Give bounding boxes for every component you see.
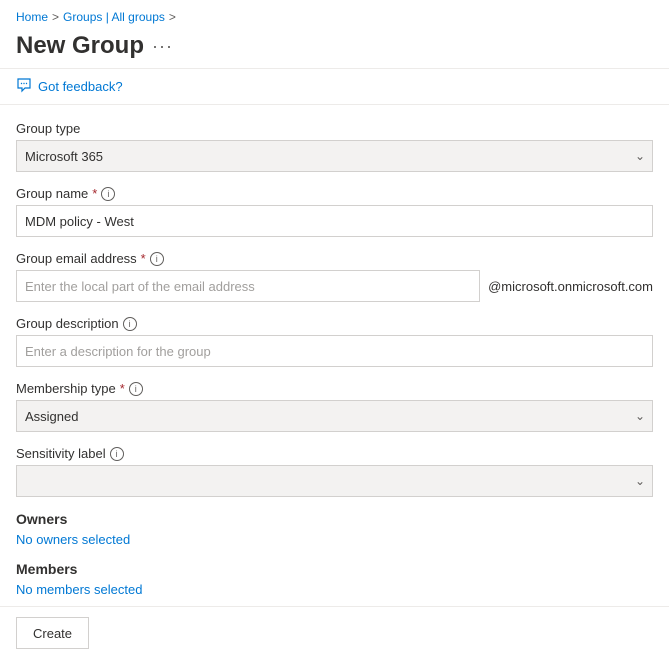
feedback-icon	[16, 77, 32, 96]
create-button[interactable]: Create	[16, 617, 89, 649]
feedback-label: Got feedback?	[38, 79, 123, 94]
no-members-link[interactable]: No members selected	[16, 582, 142, 597]
group-name-info-icon[interactable]: i	[101, 187, 115, 201]
page-title: New Group	[16, 32, 144, 60]
membership-type-select-wrapper: Assigned Dynamic User Dynamic Device ⌄	[16, 400, 653, 432]
membership-type-field: Membership type * i Assigned Dynamic Use…	[16, 381, 653, 432]
group-description-label: Group description i	[16, 316, 653, 331]
feedback-bar[interactable]: Got feedback?	[0, 69, 669, 104]
sensitivity-label-label: Sensitivity label i	[16, 446, 653, 461]
group-email-required: *	[141, 251, 146, 266]
form-scroll-area[interactable]: Group type Microsoft 365 Security Mail-e…	[0, 105, 669, 606]
membership-type-required: *	[120, 381, 125, 396]
breadcrumb-groups[interactable]: Groups | All groups	[63, 10, 165, 24]
breadcrumb-sep-2: >	[169, 10, 176, 24]
group-name-label: Group name * i	[16, 186, 653, 201]
group-description-field: Group description i	[16, 316, 653, 367]
group-email-input[interactable]	[16, 270, 480, 302]
group-type-select[interactable]: Microsoft 365 Security Mail-enabled secu…	[16, 140, 653, 172]
page-wrapper: Home > Groups | All groups > New Group ·…	[0, 0, 669, 659]
group-type-select-wrapper: Microsoft 365 Security Mail-enabled secu…	[16, 140, 653, 172]
breadcrumb-home[interactable]: Home	[16, 10, 48, 24]
breadcrumb-sep-1: >	[52, 10, 59, 24]
more-options-icon[interactable]: ···	[152, 36, 173, 57]
group-name-required: *	[92, 186, 97, 201]
members-label: Members	[16, 561, 653, 577]
email-domain: @microsoft.onmicrosoft.com	[488, 279, 653, 294]
group-email-field: Group email address * i @microsoft.onmic…	[16, 251, 653, 302]
footer-bar: Create	[0, 606, 669, 659]
group-name-input[interactable]	[16, 205, 653, 237]
group-description-input[interactable]	[16, 335, 653, 367]
sensitivity-label-select[interactable]	[16, 465, 653, 497]
membership-type-info-icon[interactable]: i	[129, 382, 143, 396]
membership-type-label: Membership type * i	[16, 381, 653, 396]
sensitivity-label-select-wrapper: ⌄	[16, 465, 653, 497]
owners-label: Owners	[16, 511, 653, 527]
owners-section: Owners No owners selected	[16, 511, 653, 547]
group-email-label: Group email address * i	[16, 251, 653, 266]
members-section: Members No members selected	[16, 561, 653, 597]
group-type-field: Group type Microsoft 365 Security Mail-e…	[16, 121, 653, 172]
membership-type-select[interactable]: Assigned Dynamic User Dynamic Device	[16, 400, 653, 432]
sensitivity-label-field: Sensitivity label i ⌄	[16, 446, 653, 497]
email-input-row: @microsoft.onmicrosoft.com	[16, 270, 653, 302]
page-header: New Group ···	[0, 28, 669, 68]
sensitivity-label-info-icon[interactable]: i	[110, 447, 124, 461]
group-name-field: Group name * i	[16, 186, 653, 237]
group-type-label: Group type	[16, 121, 653, 136]
group-description-info-icon[interactable]: i	[123, 317, 137, 331]
group-email-info-icon[interactable]: i	[150, 252, 164, 266]
breadcrumb: Home > Groups | All groups >	[0, 0, 669, 28]
no-owners-link[interactable]: No owners selected	[16, 532, 130, 547]
